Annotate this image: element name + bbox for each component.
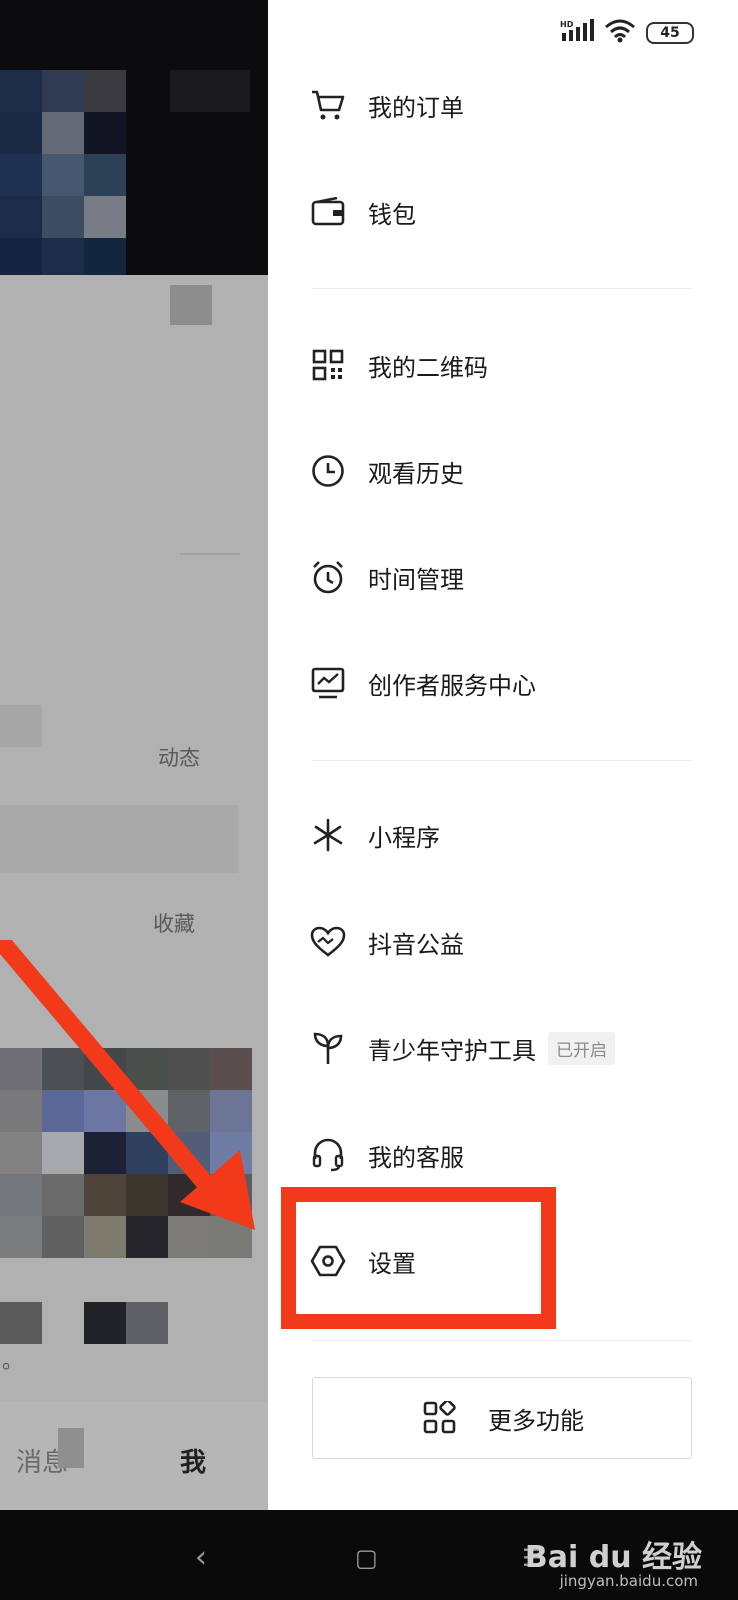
favorites-label: 收藏 bbox=[153, 912, 195, 936]
menu-item-label: 钱包 bbox=[368, 200, 416, 229]
menu-item-label: 创作者服务中心 bbox=[368, 671, 536, 700]
svg-text:HD: HD bbox=[560, 20, 574, 29]
menu-item-customer-service[interactable]: 我的客服 bbox=[308, 1125, 464, 1185]
menu-item-time-management[interactable]: 时间管理 bbox=[308, 547, 464, 607]
heart-icon bbox=[308, 922, 348, 962]
clock-icon bbox=[308, 451, 348, 491]
menu-divider bbox=[312, 1340, 692, 1341]
battery-indicator: 45 bbox=[646, 22, 694, 44]
menu-item-watch-history[interactable]: 观看历史 bbox=[308, 441, 464, 501]
menu-item-label: 我的二维码 bbox=[368, 353, 488, 382]
menu-item-qr-code[interactable]: 我的二维码 bbox=[308, 335, 488, 395]
wallet-icon bbox=[308, 192, 348, 232]
menu-item-label: 我的客服 bbox=[368, 1143, 464, 1172]
sprout-icon bbox=[308, 1028, 348, 1068]
highlight-box bbox=[281, 1187, 556, 1329]
status-badge: 已开启 bbox=[548, 1031, 615, 1065]
menu-divider bbox=[312, 288, 692, 289]
watermark-url: jingyan.baidu.com bbox=[559, 1572, 698, 1590]
red-arrow-annotation bbox=[0, 940, 255, 1230]
menu-item-label: 抖音公益 bbox=[368, 930, 464, 959]
more-features-button[interactable]: 更多功能 bbox=[312, 1377, 692, 1459]
chart-monitor-icon bbox=[308, 663, 348, 703]
mini-program-icon bbox=[308, 815, 348, 855]
signal-icon: HD bbox=[560, 19, 594, 47]
home-icon[interactable]: ▢ bbox=[355, 1544, 378, 1572]
menu-item-teen-protection[interactable]: 青少年守护工具 已开启 bbox=[308, 1018, 615, 1078]
menu-divider bbox=[312, 760, 692, 761]
background-profile-page: 动态 收藏 。 消息 我 bbox=[0, 0, 268, 1510]
menu-item-label: 小程序 bbox=[368, 823, 440, 852]
caption-fragment: 。 bbox=[2, 1349, 23, 1373]
menu-item-wallet[interactable]: 钱包 bbox=[308, 182, 416, 242]
more-features-label: 更多功能 bbox=[488, 1406, 584, 1435]
menu-item-mini-programs[interactable]: 小程序 bbox=[308, 805, 440, 865]
profile-header-blurred bbox=[0, 0, 268, 275]
menu-item-creator-center[interactable]: 创作者服务中心 bbox=[308, 653, 536, 713]
status-bar: HD 45 bbox=[560, 18, 694, 48]
back-icon[interactable]: ‹ bbox=[195, 1540, 207, 1575]
tab-me[interactable]: 我 bbox=[180, 1442, 206, 1479]
menu-item-label: 时间管理 bbox=[368, 565, 464, 594]
menu-item-label: 观看历史 bbox=[368, 459, 464, 488]
menu-item-label: 我的订单 bbox=[368, 93, 464, 122]
watermark-brand: Bai du 经验 bbox=[524, 1540, 702, 1575]
menu-item-charity[interactable]: 抖音公益 bbox=[308, 912, 464, 972]
wifi-icon bbox=[604, 19, 636, 47]
menu-item-orders[interactable]: 我的订单 bbox=[308, 75, 464, 135]
cart-icon bbox=[308, 85, 348, 125]
menu-item-label: 青少年守护工具 bbox=[368, 1036, 536, 1065]
headset-icon bbox=[308, 1135, 348, 1175]
moments-label: 动态 bbox=[158, 746, 200, 770]
bottom-tab-bar: 消息 我 bbox=[0, 1402, 268, 1510]
apps-icon bbox=[420, 1398, 460, 1438]
system-navigation-bar: ‹ ▢ ☰ Bai du 经验 jingyan.baidu.com bbox=[0, 1510, 738, 1600]
qr-code-icon bbox=[308, 345, 348, 385]
alarm-icon bbox=[308, 557, 348, 597]
